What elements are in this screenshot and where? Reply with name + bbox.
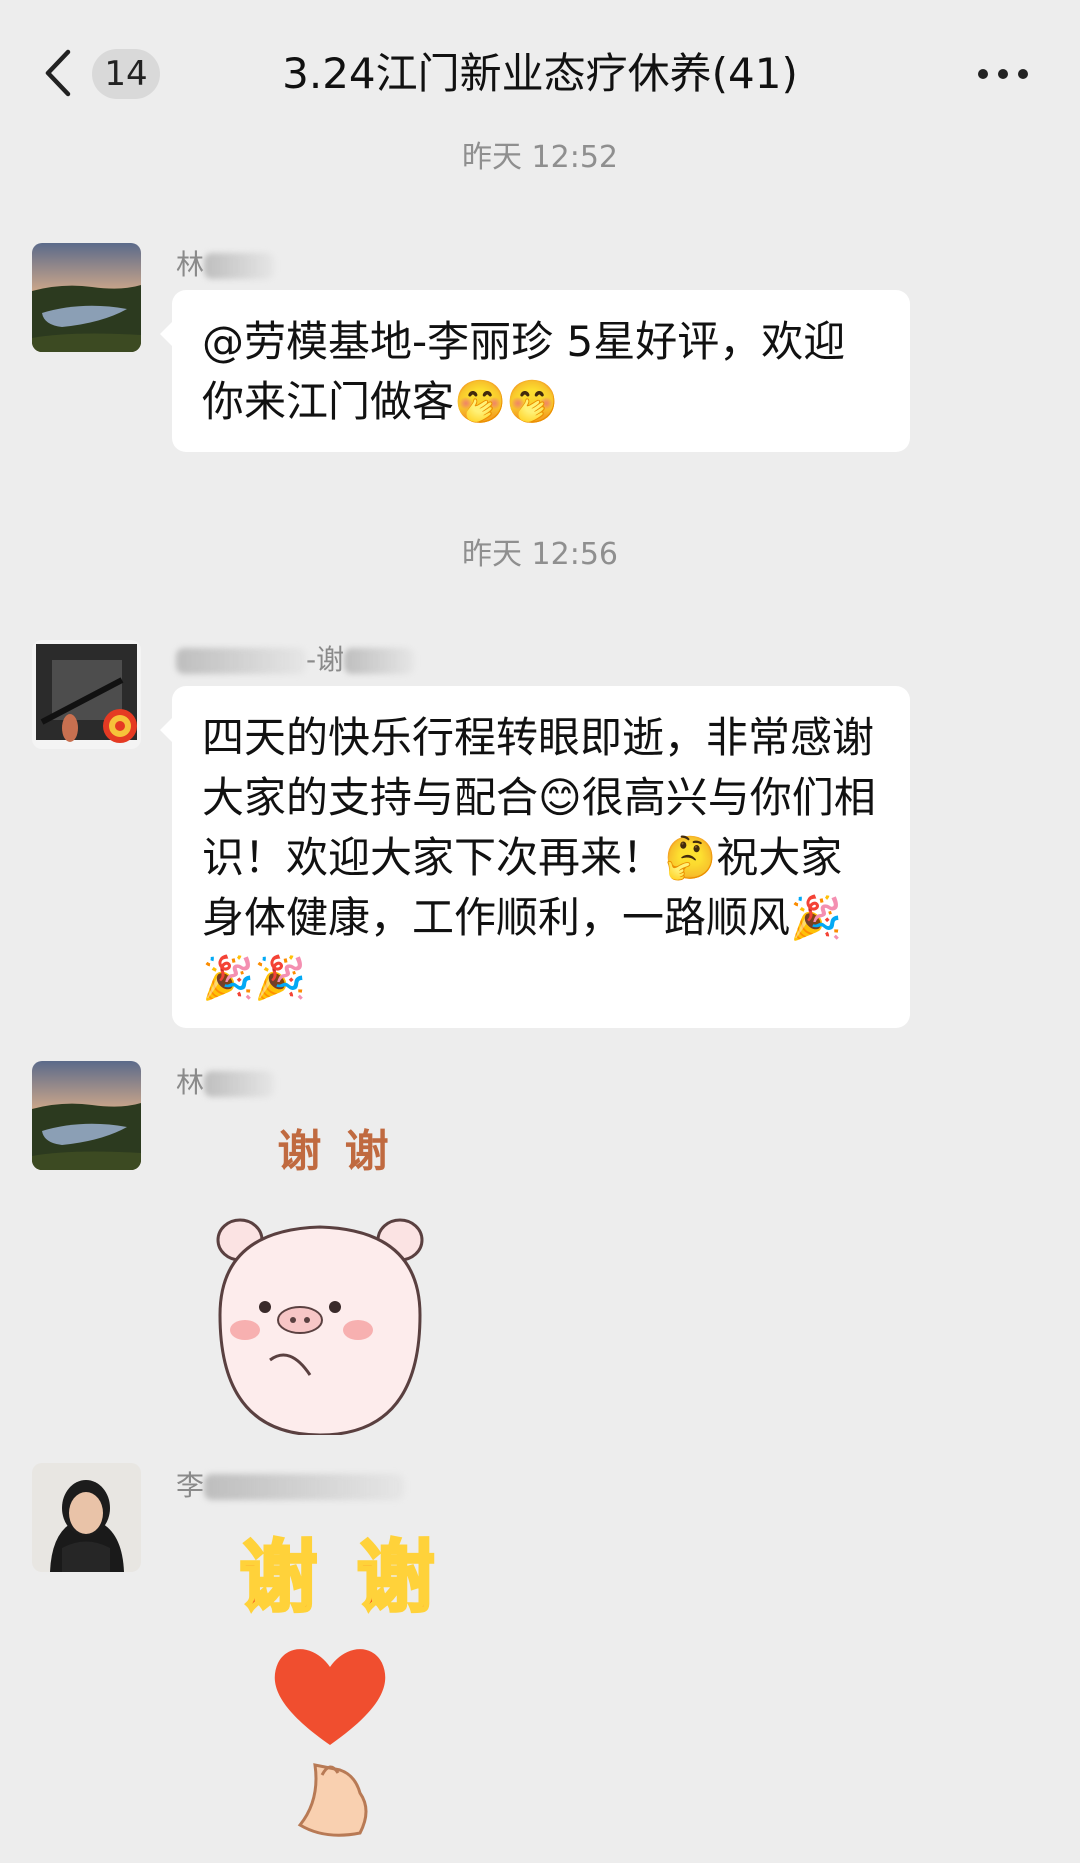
chevron-left-icon [45, 49, 71, 97]
heart-sticker[interactable]: 谢 谢 [220, 1505, 460, 1840]
sender-name: 林 [176, 1063, 275, 1103]
sender-name: 林 [176, 245, 275, 285]
more-dots-icon [978, 69, 1028, 79]
lake-sunset-avatar [32, 243, 141, 352]
lake-sunset-avatar [32, 1061, 141, 1170]
pig-icon [216, 1218, 424, 1435]
sticker-text: 谢 谢 [238, 1532, 441, 1625]
chat-title: 3.24江门新业态疗休养(41) [282, 49, 798, 98]
photo-avatar [32, 640, 141, 749]
message-bubble[interactable]: @劳模基地-李丽珍 5星好评，欢迎你来江门做客🤭🤭 [160, 290, 910, 452]
sender-name: 李 [176, 1466, 405, 1506]
avatar[interactable] [32, 1061, 141, 1170]
avatar[interactable] [32, 243, 141, 352]
heart-hand-icon [274, 1649, 386, 1837]
back-button[interactable] [40, 48, 80, 98]
avatar[interactable] [32, 640, 141, 749]
message-text: 四天的快乐行程转眼即逝，非常感谢大家的支持与配合😊很高兴与你们相识！欢迎大家下次… [202, 713, 876, 1002]
message-bubble[interactable]: 四天的快乐行程转眼即逝，非常感谢大家的支持与配合😊很高兴与你们相识！欢迎大家下次… [160, 686, 910, 1028]
sender-name: -谢 [176, 640, 415, 680]
more-button[interactable] [975, 62, 1031, 86]
timestamp: 昨天 12:52 [462, 140, 618, 175]
pig-sticker[interactable]: 谢 谢 [200, 1105, 460, 1435]
chat-header: 14 3.24江门新业态疗休养(41) [0, 0, 1080, 150]
message-text: @劳模基地-李丽珍 5星好评，欢迎你来江门做客🤭🤭 [202, 317, 846, 426]
timestamp: 昨天 12:56 [462, 537, 618, 572]
unread-count-badge: 14 [92, 49, 160, 99]
sticker-text: 谢 谢 [277, 1126, 393, 1177]
person-avatar [32, 1463, 141, 1572]
avatar[interactable] [32, 1463, 141, 1572]
